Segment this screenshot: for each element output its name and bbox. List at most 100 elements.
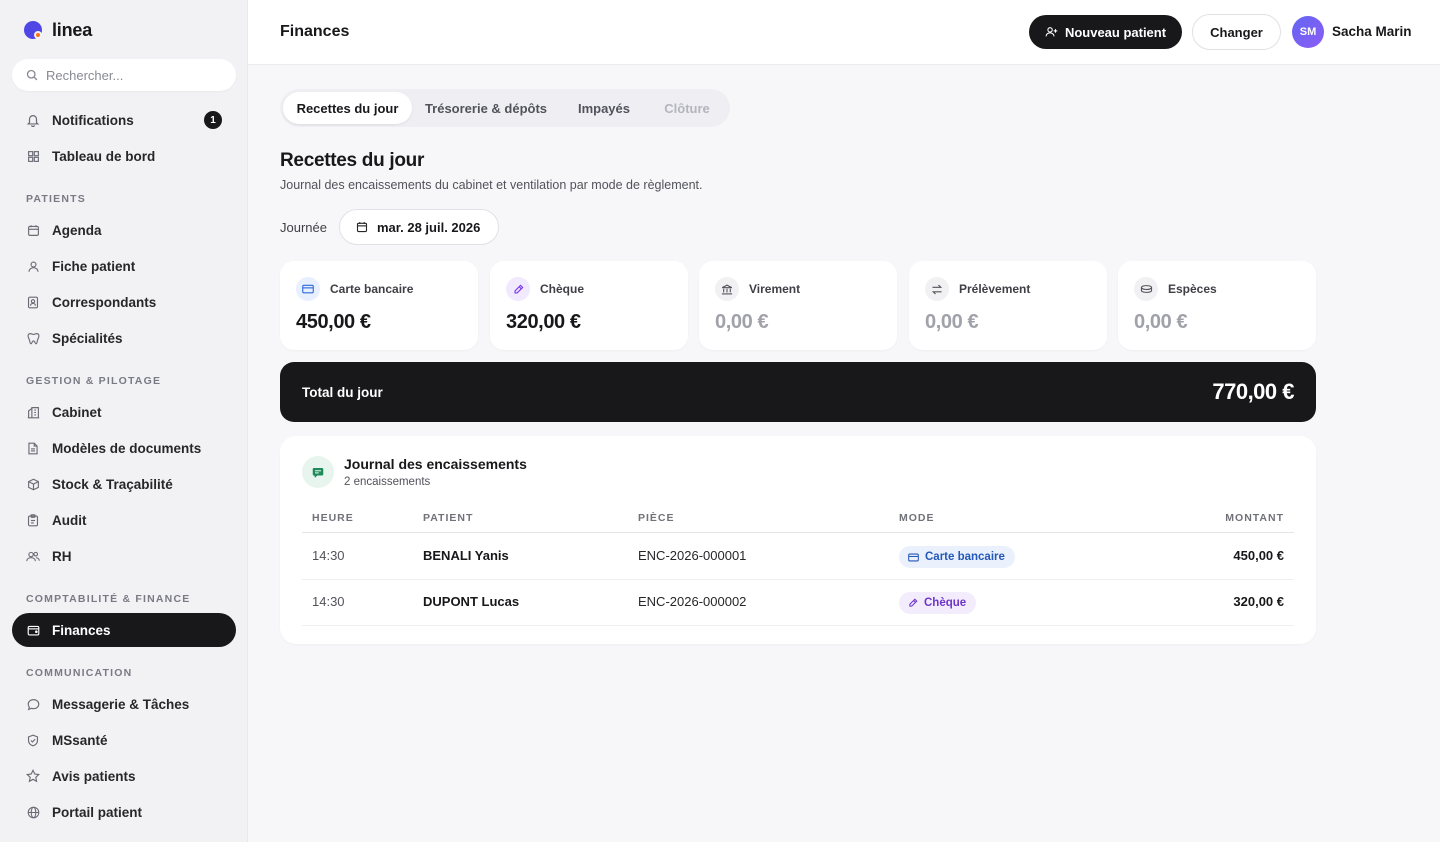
cell-patient[interactable]: DUPONT Lucas [423,594,519,609]
avatar[interactable]: SM [1292,16,1324,48]
card-value: 450,00 € [296,311,371,333]
cash-icon [1134,277,1158,301]
sidebar-item-mssante[interactable]: MSsanté [12,723,236,757]
date-value: mar. 28 juil. 2026 [377,219,481,235]
search-box[interactable] [12,59,236,91]
card-value: 0,00 € [925,311,979,333]
search-input[interactable] [46,67,226,83]
tab-tresorerie-depots[interactable]: Trésorerie & dépôts [416,92,556,124]
cell-piece: ENC-2026-000002 [638,594,747,609]
app-logo[interactable]: linea [24,20,92,41]
sidebar-item-label: Avis patients [52,768,136,784]
app-name: linea [52,20,93,40]
wallet-icon [26,623,40,637]
sidebar-item-label: Agenda [52,222,102,238]
sidebar-item-agenda[interactable]: Agenda [12,213,236,247]
cell-piece: ENC-2026-000001 [638,548,747,563]
pen-icon [506,277,530,301]
card-label: Virement [749,282,801,296]
page-title: Finances [280,23,350,40]
tab-impayes[interactable]: Impayés [562,92,646,124]
sidebar-item-finances[interactable]: Finances [12,613,236,647]
card-carte-bancaire: Carte bancaire 450,00 € [280,261,478,350]
document-icon [26,441,40,455]
table-row[interactable]: 14:30 DUPONT Lucas ENC-2026-000002 Chèqu… [302,580,1294,626]
sidebar-item-label: Spécialités [52,330,123,346]
sidebar-item-notifications[interactable]: Notifications 1 [12,103,236,137]
bank-icon [715,277,739,301]
sidebar-item-label: Correspondants [52,294,157,310]
sidebar-item-label: Cabinet [52,404,102,420]
section-subtitle: Journal des encaissements du cabinet et … [280,178,703,192]
sidebar-item-portail-patient[interactable]: Portail patient [12,795,236,829]
sidebar-item-label: Stock & Traçabilité [52,476,173,492]
search-icon [26,69,38,81]
pen-icon [909,598,918,607]
grid-icon [26,149,40,163]
logo-mark-icon [24,20,44,41]
user-icon [26,259,40,273]
new-patient-button[interactable]: Nouveau patient [1029,15,1182,49]
sidebar-item-avis-patients[interactable]: Avis patients [12,759,236,793]
card-value: 320,00 € [506,311,581,333]
clipboard-icon [26,513,40,527]
mode-badge: Chèque [899,592,977,614]
calendar-icon [356,222,368,233]
date-label: Journée [280,220,327,235]
sidebar-section-patients: PATIENTS [26,193,86,205]
sidebar-item-label: Notifications [52,112,134,128]
mode-label: Carte bancaire [925,551,1005,563]
chat-icon [26,697,40,711]
notification-count-badge: 1 [204,111,222,129]
new-patient-label: Nouveau patient [1064,24,1167,40]
card-label: Carte bancaire [330,282,414,296]
tab-cloture: Clôture [664,100,710,116]
cell-patient[interactable]: BENALI Yanis [423,548,509,563]
sidebar-section-comptabilite: COMPTABILITÉ & FINANCE [26,593,191,605]
sidebar-item-audit[interactable]: Audit [12,503,236,537]
card-value: 0,00 € [1134,311,1188,333]
sidebar-item-rh[interactable]: RH [12,539,236,573]
sidebar-item-label: RH [52,548,72,564]
column-header-heure: HEURE [312,512,354,524]
cell-amount: 320,00 € [1233,594,1284,609]
sidebar-item-label: Modèles de documents [52,440,202,456]
sidebar-item-label: MSsanté [52,732,108,748]
card-especes: Espèces 0,00 € [1118,261,1316,350]
tab-recettes-du-jour[interactable]: Recettes du jour [283,92,412,124]
total-label: Total du jour [302,385,383,400]
sidebar-item-cabinet[interactable]: Cabinet [12,395,236,429]
sidebar-item-label: Audit [52,512,87,528]
finance-tabs: Recettes du jour Trésorerie & dépôts Imp… [280,89,730,127]
table-row[interactable]: 14:30 BENALI Yanis ENC-2026-000001 Carte… [302,534,1294,580]
sidebar-item-label: Finances [52,622,111,638]
date-picker-button[interactable]: mar. 28 juil. 2026 [339,209,499,245]
card-prelevement: Prélèvement 0,00 € [909,261,1107,350]
user-name[interactable]: Sacha Marin [1332,24,1412,39]
sidebar-section-gestion: GESTION & PILOTAGE [26,375,162,387]
sidebar-item-correspondants[interactable]: Correspondants [12,285,236,319]
sidebar-item-messagerie[interactable]: Messagerie & Tâches [12,687,236,721]
box-icon [26,477,40,491]
sidebar-item-label: Portail patient [52,804,143,820]
journal-panel: Journal des encaissements 2 encaissement… [280,436,1316,644]
table-header-divider [302,532,1294,533]
sidebar-item-fiche-patient[interactable]: Fiche patient [12,249,236,283]
tooth-icon [26,331,40,345]
contact-card-icon [26,295,40,309]
card-label: Espèces [1168,282,1217,296]
sidebar-item-modeles-documents[interactable]: Modèles de documents [12,431,236,465]
sidebar: linea Notifications 1 Tableau de bord PA… [0,0,248,842]
section-title: Recettes du jour [280,150,425,171]
change-button[interactable]: Changer [1192,14,1281,50]
card-virement: Virement 0,00 € [699,261,897,350]
mode-label: Chèque [924,597,967,609]
sidebar-item-dashboard[interactable]: Tableau de bord [12,139,236,173]
sidebar-item-label: Tableau de bord [52,148,156,164]
card-value: 0,00 € [715,311,769,333]
sidebar-item-specialites[interactable]: Spécialités [12,321,236,355]
sidebar-item-stock[interactable]: Stock & Traçabilité [12,467,236,501]
total-value: 770,00 € [1212,379,1294,404]
total-bar: Total du jour 770,00 € [280,362,1316,422]
card-label: Prélèvement [959,282,1031,296]
